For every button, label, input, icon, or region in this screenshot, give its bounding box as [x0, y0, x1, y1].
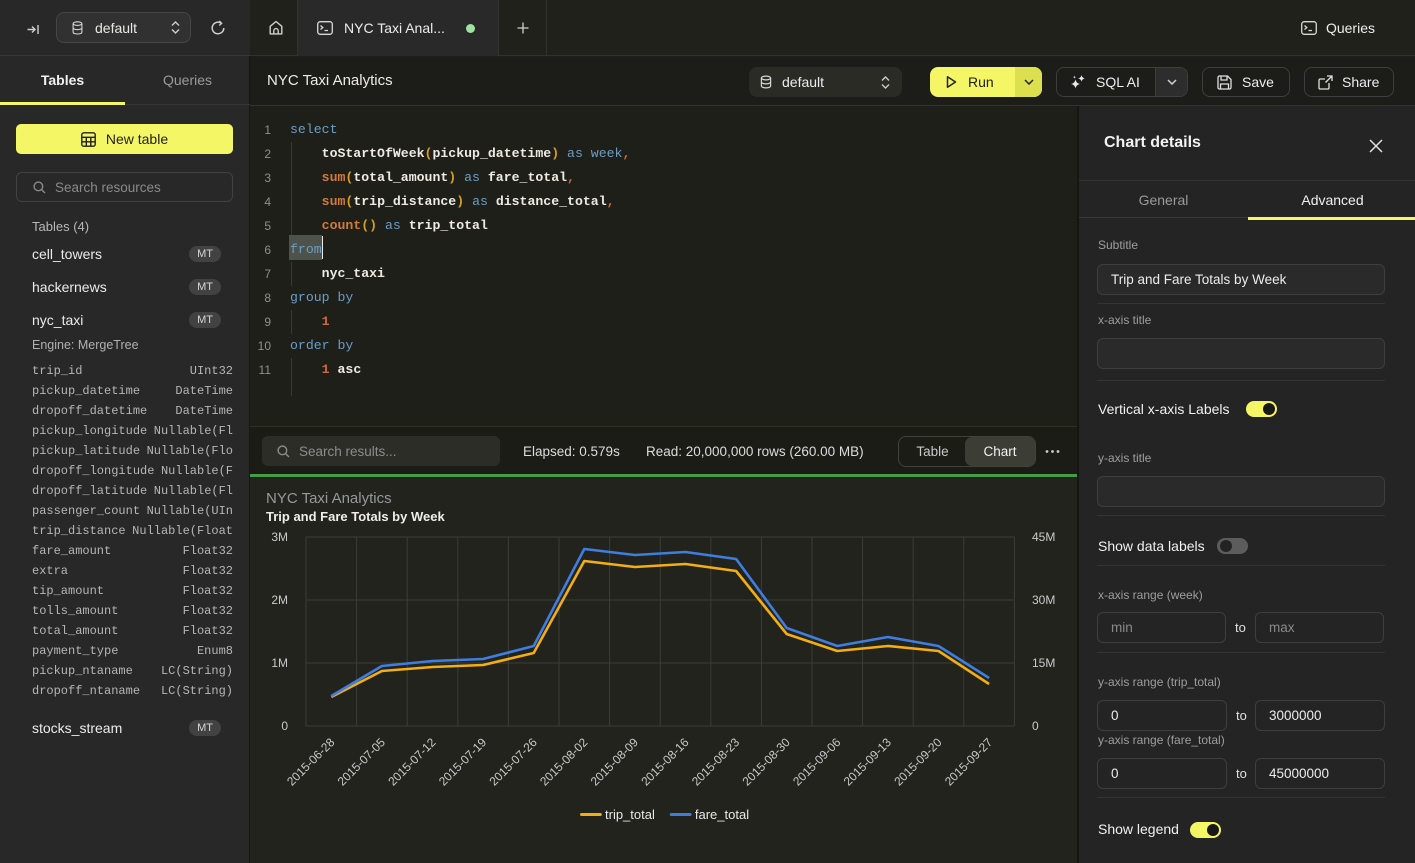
- svg-text:2015-08-02: 2015-08-02: [537, 735, 591, 789]
- svg-text:15M: 15M: [1032, 656, 1055, 670]
- svg-text:45M: 45M: [1032, 530, 1055, 544]
- svg-text:2M: 2M: [271, 593, 288, 607]
- svg-text:2015-08-23: 2015-08-23: [689, 735, 743, 789]
- svg-text:2015-08-16: 2015-08-16: [638, 735, 692, 789]
- svg-text:2015-09-13: 2015-09-13: [841, 735, 895, 789]
- svg-text:2015-07-12: 2015-07-12: [385, 735, 439, 789]
- svg-text:2015-09-06: 2015-09-06: [790, 735, 844, 789]
- svg-text:2015-07-26: 2015-07-26: [487, 735, 541, 789]
- svg-text:2015-08-30: 2015-08-30: [740, 735, 794, 789]
- svg-text:fare_total: fare_total: [695, 807, 749, 822]
- svg-text:2015-06-28: 2015-06-28: [284, 735, 338, 789]
- svg-text:2015-09-27: 2015-09-27: [942, 735, 996, 789]
- svg-text:0: 0: [1032, 719, 1039, 733]
- svg-text:2015-09-20: 2015-09-20: [891, 735, 945, 789]
- svg-text:30M: 30M: [1032, 593, 1055, 607]
- svg-text:3M: 3M: [271, 530, 288, 544]
- svg-text:2015-07-05: 2015-07-05: [335, 735, 389, 789]
- svg-text:2015-07-19: 2015-07-19: [436, 735, 490, 789]
- svg-text:0: 0: [281, 719, 288, 733]
- svg-text:2015-08-09: 2015-08-09: [588, 735, 642, 789]
- svg-text:1M: 1M: [271, 656, 288, 670]
- svg-text:trip_total: trip_total: [605, 807, 655, 822]
